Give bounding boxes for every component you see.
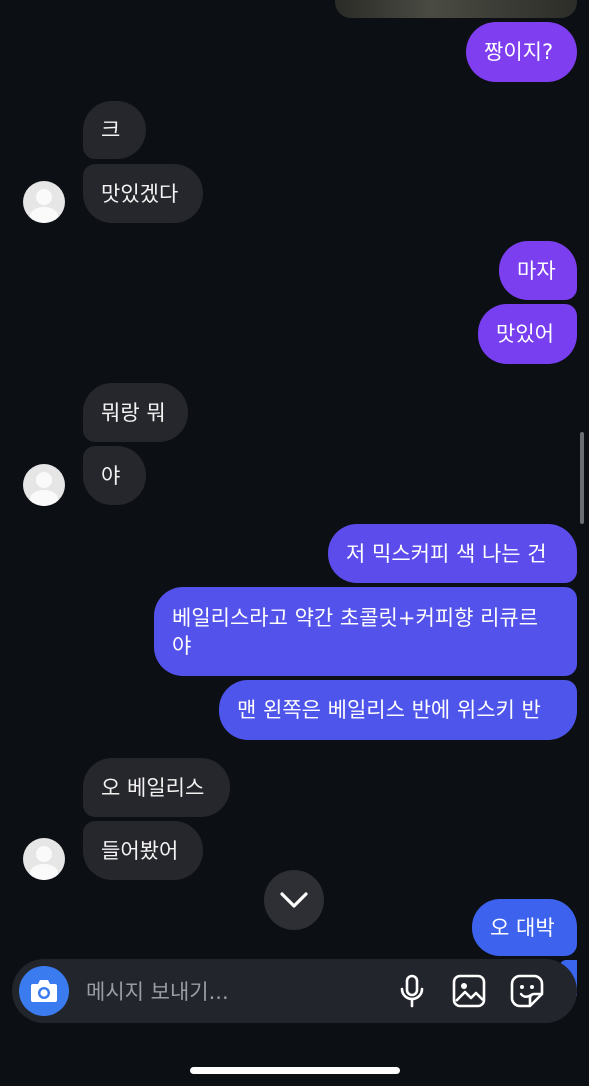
message-text: 베일리스라고 약간 초콜릿+커피향 리큐르 야: [172, 605, 539, 658]
message-text: 맛있겠다: [101, 181, 179, 206]
message-text: 맛있어: [496, 322, 554, 346]
message-text: 오 베일리스: [101, 775, 205, 800]
message-text: 오 대박: [490, 915, 555, 940]
scrollbar[interactable]: [580, 432, 584, 524]
message-bubble-incoming[interactable]: 야: [83, 446, 146, 505]
microphone-icon: [400, 974, 424, 1008]
message-bubble-outgoing[interactable]: 베일리스라고 약간 초콜릿+커피향 리큐르 야: [154, 587, 577, 676]
message-text: 크: [101, 118, 121, 142]
default-profile-icon: [30, 846, 58, 880]
message-text: 야: [101, 463, 121, 488]
gallery-button[interactable]: [451, 973, 487, 1009]
sender-avatar[interactable]: [23, 464, 65, 506]
message-bubble-incoming[interactable]: 뭐랑 뭐: [83, 383, 188, 442]
message-text: 마자: [517, 258, 556, 283]
message-bubble-incoming[interactable]: 들어봤어: [83, 821, 203, 880]
sender-avatar[interactable]: [23, 838, 65, 880]
message-bubble-outgoing[interactable]: 맨 왼쪽은 베일리스 반에 위스키 반: [219, 680, 577, 740]
message-bubble-incoming[interactable]: 크: [83, 101, 146, 159]
image-icon: [452, 974, 486, 1008]
message-bubble-outgoing[interactable]: 맛있어: [478, 304, 577, 364]
message-bubble-outgoing[interactable]: 짱이지?: [466, 22, 577, 82]
camera-button[interactable]: [19, 966, 69, 1016]
message-bubble-incoming[interactable]: 오 베일리스: [83, 758, 230, 817]
sender-avatar[interactable]: [23, 181, 65, 223]
message-text: 들어봤어: [101, 838, 179, 863]
message-composer: [12, 959, 577, 1023]
message-text: 맨 왼쪽은 베일리스 반에 위스키 반: [237, 698, 541, 722]
chevron-down-icon: [280, 892, 308, 908]
message-bubble-outgoing[interactable]: 마자: [499, 241, 577, 300]
message-text: 짱이지?: [484, 40, 554, 64]
message-bubble-outgoing[interactable]: 저 믹스커피 색 나는 건: [328, 524, 577, 583]
sticker-button[interactable]: [509, 973, 545, 1009]
message-text: 저 믹스커피 색 나는 건: [346, 541, 547, 566]
voice-message-button[interactable]: [394, 973, 430, 1009]
default-profile-icon: [30, 472, 58, 506]
sticker-icon: [510, 974, 544, 1008]
message-bubble-outgoing[interactable]: 오 대박: [472, 899, 577, 956]
camera-icon: [31, 980, 57, 1002]
scroll-to-bottom-button[interactable]: [264, 870, 324, 930]
home-indicator[interactable]: [190, 1067, 400, 1074]
message-text: 뭐랑 뭐: [101, 400, 166, 425]
message-input[interactable]: [84, 971, 378, 1013]
shared-photo-preview[interactable]: [335, 0, 577, 18]
message-bubble-incoming[interactable]: 맛있겠다: [83, 164, 203, 223]
default-profile-icon: [30, 189, 58, 223]
